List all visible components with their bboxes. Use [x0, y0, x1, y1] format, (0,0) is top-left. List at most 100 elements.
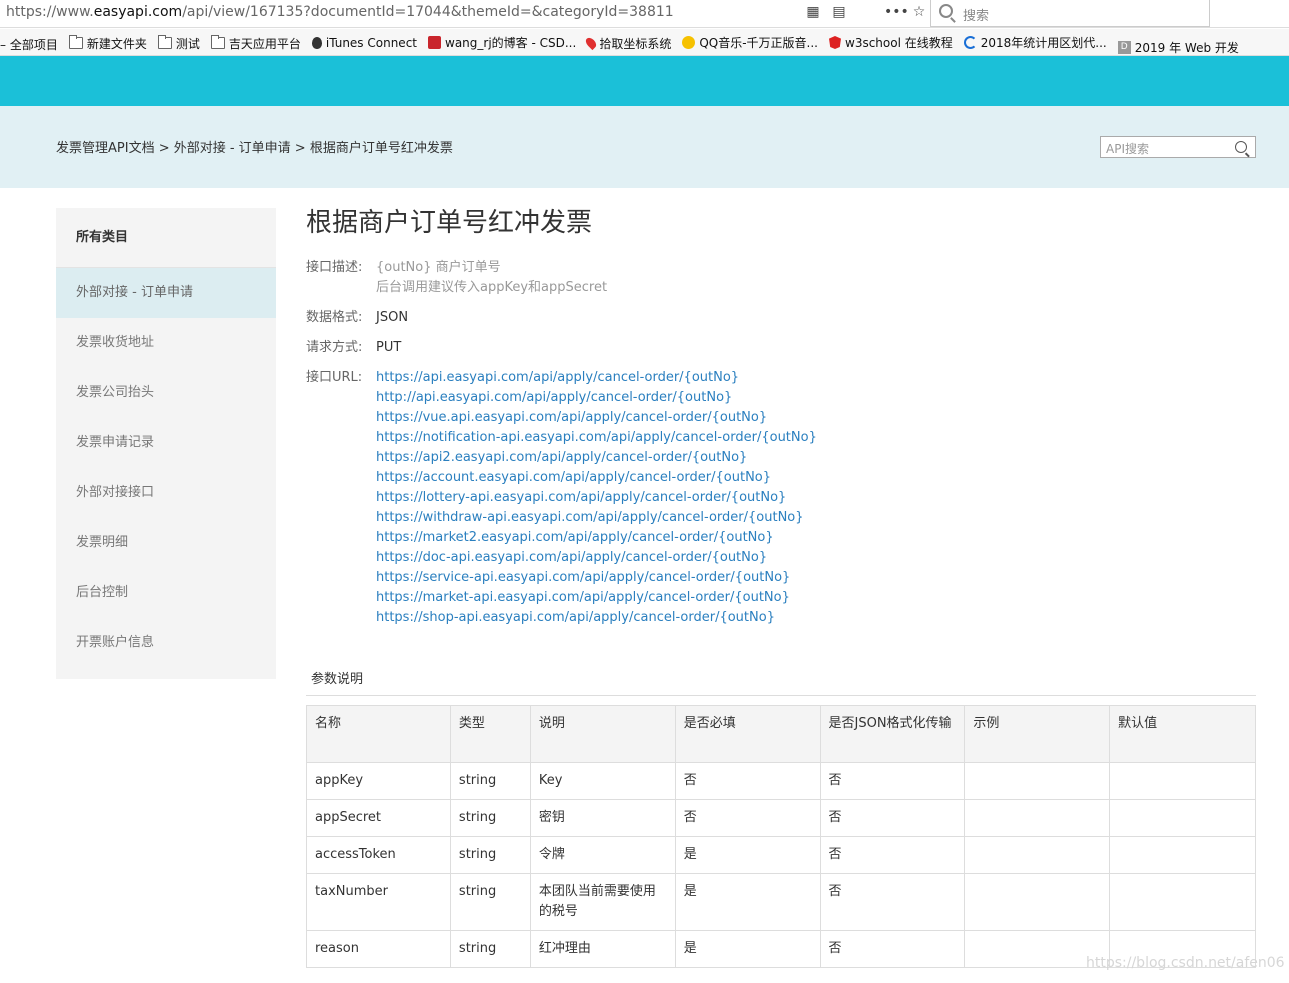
- bookmark-item[interactable]: QQ音乐-千万正版音...: [682, 29, 818, 55]
- bookmark-item[interactable]: – 全部项目: [0, 31, 58, 55]
- endpoint-url-link[interactable]: https://doc-api.easyapi.com/api/apply/ca…: [376, 548, 817, 568]
- sidebar-item[interactable]: 发票明细: [56, 518, 276, 568]
- url-domain: easyapi.com: [93, 4, 183, 20]
- watermark: https://blog.csdn.net/afen06: [1086, 955, 1285, 971]
- sidebar-item[interactable]: 发票收货地址: [56, 318, 276, 368]
- table-cell: 否: [819, 799, 966, 837]
- endpoint-url-link[interactable]: http://api.easyapi.com/api/apply/cancel-…: [376, 388, 817, 408]
- pin-icon: [584, 35, 599, 51]
- bookmark-item[interactable]: 新建文件夹: [68, 30, 147, 56]
- api-search-input[interactable]: API搜索: [1100, 136, 1256, 158]
- table-cell: 令牌: [529, 836, 676, 874]
- folder-icon: [210, 35, 225, 49]
- column-header: 名称: [306, 705, 451, 763]
- bookmark-item[interactable]: 2018年统计用区划代...: [963, 29, 1107, 55]
- table-row: taxNumber string 本团队当前需要使用的税号是否: [306, 873, 1256, 931]
- column-header: 示例: [964, 705, 1111, 763]
- table-cell: reason: [306, 930, 451, 968]
- format-label: 数据格式:: [306, 310, 363, 325]
- table-cell: string: [449, 873, 531, 931]
- table-cell: 密钥: [529, 799, 676, 837]
- url-text[interactable]: https://www.easyapi.com/api/view/167135?…: [6, 4, 674, 20]
- endpoint-url-link[interactable]: https://api.easyapi.com/api/apply/cancel…: [376, 368, 817, 388]
- table-cell: [1109, 762, 1256, 800]
- bookmark-star-icon[interactable]: ☆: [910, 3, 928, 21]
- stat-icon: [963, 36, 977, 49]
- breadcrumb[interactable]: 发票管理API文档 > 外部对接 - 订单申请 > 根据商户订单号红冲发票: [56, 137, 453, 156]
- more-actions-icon[interactable]: •••: [884, 3, 909, 21]
- address-bar[interactable]: https://www.easyapi.com/api/view/167135?…: [0, 0, 1289, 28]
- sidebar-item[interactable]: 外部对接接口: [56, 468, 276, 518]
- table-cell: [1109, 836, 1256, 874]
- endpoint-url-link[interactable]: https://api2.easyapi.com/api/apply/cance…: [376, 448, 817, 468]
- method-row: 请求方式: PUT: [306, 338, 1256, 358]
- endpoint-url-link[interactable]: https://service-api.easyapi.com/api/appl…: [376, 568, 817, 588]
- table-cell: taxNumber: [306, 873, 451, 931]
- bookmark-item[interactable]: wang_rj的博客 - CSD...: [428, 29, 576, 55]
- table-cell: [1109, 799, 1256, 837]
- bookmark-item[interactable]: 测试: [157, 30, 200, 56]
- apple-icon: [311, 37, 322, 49]
- url-path: /api/view/167135?documentId=17044&themeI…: [182, 4, 674, 20]
- csdn-icon: [428, 36, 441, 49]
- bookmark-item[interactable]: D 2019 年 Web 开发: [1117, 34, 1239, 55]
- table-cell: appKey: [306, 762, 451, 800]
- url-prefix: https://www.: [6, 4, 94, 20]
- search-icon: [939, 4, 953, 18]
- bookmark-label: 2019 年 Web 开发: [1134, 41, 1239, 55]
- bookmark-item[interactable]: 拾取坐标系统: [584, 30, 672, 56]
- endpoint-url-link[interactable]: https://lottery-api.easyapi.com/api/appl…: [376, 488, 817, 508]
- table-cell: Key: [529, 762, 676, 800]
- table-cell: [964, 762, 1111, 800]
- params-title: 参数说明: [306, 670, 1256, 696]
- search-icon[interactable]: [1235, 141, 1247, 153]
- table-cell: string: [449, 762, 531, 800]
- endpoint-url-link[interactable]: https://vue.api.easyapi.com/api/apply/ca…: [376, 408, 817, 428]
- bookmark-label: 新建文件夹: [86, 36, 147, 51]
- endpoint-url-link[interactable]: https://account.easyapi.com/api/apply/ca…: [376, 468, 817, 488]
- method-label: 请求方式:: [306, 340, 363, 355]
- table-cell: [964, 836, 1111, 874]
- format-value: JSON: [376, 310, 409, 325]
- table-cell: [964, 873, 1111, 931]
- sidebar-header[interactable]: 所有类目: [56, 208, 276, 268]
- bookmark-item[interactable]: 吉天应用平台: [210, 30, 301, 56]
- bookmark-label: 拾取坐标系统: [599, 36, 672, 51]
- site-header: [0, 56, 1289, 106]
- description-line: {outNo} 商户订单号: [376, 260, 501, 275]
- description-label: 接口描述:: [306, 260, 363, 275]
- description-line: 后台调用建议传入appKey和appSecret: [376, 280, 608, 295]
- endpoint-url-link[interactable]: https://market2.easyapi.com/api/apply/ca…: [376, 528, 817, 548]
- column-header: 类型: [449, 705, 531, 763]
- table-cell: 否: [819, 873, 966, 931]
- reader-view-icon[interactable]: ▤: [830, 3, 848, 21]
- endpoint-url-link[interactable]: https://market-api.easyapi.com/api/apply…: [376, 588, 817, 608]
- category-sidebar: 所有类目 外部对接 - 订单申请 发票收货地址 发票公司抬头 发票申请记录 外部对接接口…: [56, 208, 276, 679]
- browser-search-input[interactable]: 搜索: [930, 0, 1210, 27]
- endpoint-url-link[interactable]: https://shop-api.easyapi.com/api/apply/c…: [376, 608, 817, 628]
- w3-icon: [829, 36, 841, 49]
- sidebar-item[interactable]: 后台控制: [56, 568, 276, 618]
- description-row: 接口描述: {outNo} 商户订单号 后台调用建议传入appKey和appSe…: [306, 258, 1256, 298]
- endpoint-url-link[interactable]: https://notification-api.easyapi.com/api…: [376, 428, 817, 448]
- sidebar-item[interactable]: 外部对接 - 订单申请: [56, 268, 276, 318]
- sidebar-item[interactable]: 发票公司抬头: [56, 368, 276, 418]
- table-cell: 否: [674, 799, 821, 837]
- page-title: 根据商户订单号红冲发票: [306, 208, 593, 238]
- endpoint-url-link[interactable]: https://withdraw-api.easyapi.com/api/app…: [376, 508, 817, 528]
- bookmark-label: 吉天应用平台: [228, 36, 301, 51]
- sidebar-item[interactable]: 发票申请记录: [56, 418, 276, 468]
- table-cell: 是: [674, 930, 821, 968]
- bookmark-label: 2018年统计用区划代...: [980, 36, 1107, 50]
- qr-code-icon[interactable]: ▦: [804, 3, 822, 21]
- sidebar-item[interactable]: 开票账户信息: [56, 618, 276, 668]
- method-value: PUT: [376, 340, 402, 355]
- bookmark-item[interactable]: iTunes Connect: [311, 30, 417, 56]
- bookmark-item[interactable]: w3school 在线教程: [829, 29, 953, 55]
- column-header: 默认值: [1109, 705, 1256, 763]
- column-header: 说明: [529, 705, 676, 763]
- table-cell: accessToken: [306, 836, 451, 874]
- table-row: appKey string Key 否否: [306, 762, 1256, 800]
- table-row: appSecret string 密钥否否: [306, 799, 1256, 837]
- breadcrumb-bar: 发票管理API文档 > 外部对接 - 订单申请 > 根据商户订单号红冲发票 AP…: [0, 106, 1289, 188]
